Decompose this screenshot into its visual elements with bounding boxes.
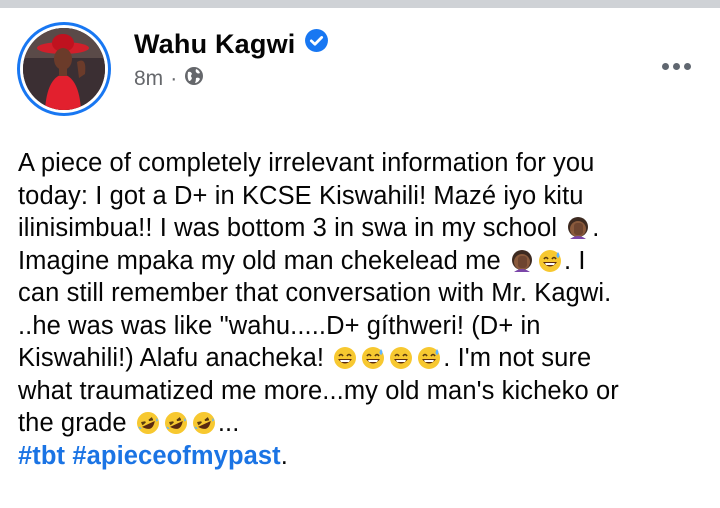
rolling-on-floor-laughing-emoji (135, 410, 161, 436)
rolling-on-floor-laughing-emoji (191, 410, 217, 436)
top-divider (0, 0, 720, 8)
meta-separator: · (170, 67, 178, 90)
post-line: what traumatized me more...my old man's … (18, 376, 619, 405)
author-row: Wahu Kagwi (134, 28, 329, 60)
post-body: A piece of completely irrelevant informa… (18, 147, 708, 472)
hashtag-link[interactable]: #tbt (18, 442, 65, 470)
hashtag-link[interactable]: #apieceofmypast (72, 442, 280, 470)
author-name[interactable]: Wahu Kagwi (134, 29, 296, 60)
more-options-icon[interactable] (662, 56, 696, 76)
post-line: can still remember that conversation wit… (18, 279, 612, 307)
verified-badge-icon (304, 28, 329, 60)
rolling-on-floor-laughing-emoji (163, 410, 189, 436)
grinning-sweat-emoji (537, 248, 563, 274)
post-meta: 8m · (134, 66, 204, 92)
post-line: the grade ... (18, 409, 240, 437)
post-line: Kiswahili!) Alafu anacheka! . I'm not su… (18, 344, 592, 372)
grinning-squinting-emoji (388, 345, 414, 371)
post-line: ..he was was like "wahu.....D+ gíthweri!… (18, 311, 541, 340)
hashtag-line: #tbt #apieceofmypast. (18, 441, 288, 470)
avatar[interactable] (23, 28, 105, 110)
avatar-story-ring[interactable] (17, 22, 111, 116)
grinning-sweat-emoji (360, 345, 386, 371)
globe-icon[interactable] (184, 66, 204, 92)
post-line: ilinisimbua!! I was bottom 3 in swa in m… (18, 214, 600, 242)
avatar-photo (23, 28, 105, 110)
woman-facepalming-emoji (509, 248, 535, 274)
post-line: Imagine mpaka my old man chekelead me . … (18, 246, 586, 275)
woman-facepalming-emoji (565, 215, 591, 241)
grinning-squinting-emoji (332, 345, 358, 371)
post-line: A piece of completely irrelevant informa… (18, 149, 595, 177)
grinning-sweat-emoji (416, 345, 442, 371)
post-timestamp[interactable]: 8m (134, 67, 163, 91)
post-line: today: I got a D+ in KCSE Kiswahili! Maz… (18, 181, 584, 210)
